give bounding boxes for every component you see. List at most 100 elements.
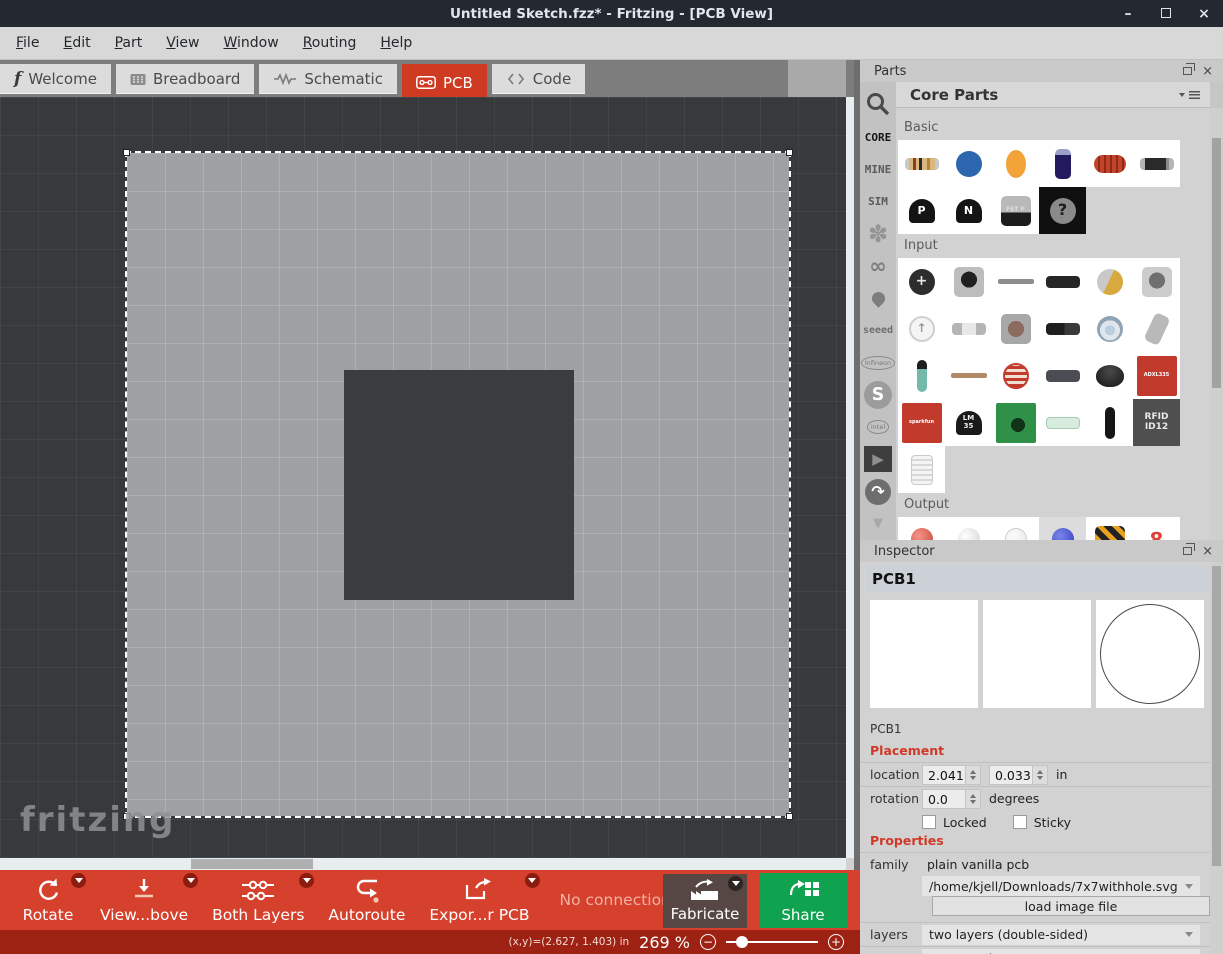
tab-schematic[interactable]: Schematic bbox=[259, 64, 397, 94]
menu-view[interactable]: View bbox=[154, 30, 211, 56]
bin-snootlab[interactable]: S bbox=[860, 379, 896, 411]
part-trim-potentiometer[interactable]: + bbox=[898, 258, 945, 305]
load-image-file-button[interactable]: load image file bbox=[932, 896, 1210, 916]
close-dock-icon[interactable]: × bbox=[1202, 545, 1213, 558]
part-sensor-breakout-board[interactable] bbox=[992, 399, 1039, 446]
part-ir-distance-sensor[interactable] bbox=[1039, 352, 1086, 399]
bin-infineon[interactable]: Infineon bbox=[860, 347, 896, 379]
bin-sparkfun-flame-icon[interactable] bbox=[860, 282, 896, 314]
spinner-arrows-icon[interactable] bbox=[965, 766, 980, 784]
part-mystery-part[interactable]: ? bbox=[1039, 187, 1086, 234]
inspector-scrollbar[interactable] bbox=[1210, 562, 1223, 954]
location-y-value[interactable]: 0.033 bbox=[990, 766, 1032, 784]
part-flex-sensor[interactable] bbox=[945, 352, 992, 399]
part-dht22-humidity-sensor[interactable] bbox=[898, 446, 945, 493]
close-button[interactable]: × bbox=[1185, 6, 1223, 22]
fabricate-dropdown-icon[interactable] bbox=[728, 876, 743, 891]
breadboard-preview[interactable] bbox=[870, 600, 978, 708]
search-icon[interactable] bbox=[860, 86, 896, 121]
tab-pcb[interactable]: PCB bbox=[402, 64, 487, 99]
export-button[interactable]: Expor...r PCB bbox=[417, 870, 541, 930]
part-p-channel-mosfet[interactable]: FET P bbox=[992, 187, 1039, 234]
part-electrolytic-capacitor[interactable] bbox=[1039, 140, 1086, 187]
menu-routing[interactable]: Routing bbox=[291, 30, 369, 56]
pcb-board[interactable] bbox=[127, 153, 789, 816]
part-toggle-switch[interactable] bbox=[1086, 305, 1133, 352]
zoom-slider[interactable] bbox=[726, 941, 818, 943]
close-dock-icon[interactable]: × bbox=[1202, 65, 1213, 78]
part-panel-potentiometer[interactable] bbox=[1086, 258, 1133, 305]
viewfrom-dropdown-icon[interactable] bbox=[183, 873, 198, 888]
part-photoresistor[interactable] bbox=[992, 352, 1039, 399]
resize-handle-top-left[interactable] bbox=[123, 149, 130, 156]
part-clear-led[interactable] bbox=[992, 517, 1039, 540]
bin-picaxe-icon[interactable]: ↷ bbox=[860, 476, 896, 508]
part-slide-potentiometer[interactable] bbox=[992, 258, 1039, 305]
location-x-spinbox[interactable]: 2.041 bbox=[922, 765, 981, 785]
part-rfid-id12-reader[interactable]: RFID ID12 bbox=[1133, 399, 1180, 446]
bin-arduino-infinity-icon[interactable]: ∞ bbox=[860, 250, 896, 282]
rotation-value[interactable]: 0.0 bbox=[923, 790, 965, 808]
part-slide-switch[interactable] bbox=[1039, 305, 1086, 352]
maximize-button[interactable] bbox=[1147, 6, 1185, 22]
viewfrom-button[interactable]: View...bove bbox=[88, 870, 200, 930]
location-y-spinbox[interactable]: 0.033 bbox=[989, 765, 1048, 785]
menu-file[interactable]: File bbox=[4, 30, 51, 56]
part-temperature-probe[interactable] bbox=[898, 352, 945, 399]
part-pnp-transistor[interactable]: P bbox=[898, 187, 945, 234]
zoom-slider-knob[interactable] bbox=[736, 936, 748, 948]
pcb-canvas[interactable]: fritzing bbox=[0, 97, 846, 858]
bin-adafruit-flower-icon[interactable]: ✽ bbox=[860, 218, 896, 250]
part-rotary-hex-switch[interactable]: ↑ bbox=[898, 305, 945, 352]
part-pushbutton[interactable] bbox=[992, 305, 1039, 352]
resize-handle-bottom-right[interactable] bbox=[786, 813, 793, 820]
tab-welcome[interactable]: fWelcome bbox=[0, 64, 111, 94]
shape-file-dropdown[interactable]: /home/kjell/Downloads/7x7withhole.svg bbox=[922, 876, 1200, 896]
export-dropdown-icon[interactable] bbox=[525, 873, 540, 888]
part-ceramic-capacitor[interactable] bbox=[945, 140, 992, 187]
part-npn-transistor[interactable]: N bbox=[945, 187, 992, 234]
schematic-preview[interactable] bbox=[983, 600, 1091, 708]
part-servo-motor[interactable] bbox=[1086, 517, 1133, 540]
share-button[interactable]: Share bbox=[759, 873, 847, 928]
rotation-spinbox[interactable]: 0.0 bbox=[922, 789, 981, 809]
bin-seeed[interactable]: seeed bbox=[860, 314, 896, 346]
menu-part[interactable]: Part bbox=[103, 30, 155, 56]
part-joystick[interactable] bbox=[1086, 399, 1133, 446]
menu-help[interactable]: Help bbox=[368, 30, 424, 56]
part-piezo-vibration-sensor[interactable] bbox=[1086, 352, 1133, 399]
float-dock-icon[interactable] bbox=[1183, 67, 1192, 75]
minimize-button[interactable]: – bbox=[1109, 6, 1147, 22]
bin-sim[interactable]: SIM bbox=[860, 186, 896, 218]
bin-menu-button[interactable] bbox=[1179, 91, 1200, 99]
layers-dropdown[interactable]: two layers (double-sided) bbox=[922, 925, 1200, 945]
spinner-arrows-icon[interactable] bbox=[965, 790, 980, 808]
part-reed-switch[interactable] bbox=[1039, 399, 1086, 446]
part-seven-segment-display[interactable]: 8 bbox=[1133, 517, 1180, 540]
bin-parallax-play-icon[interactable]: ▶ bbox=[860, 443, 896, 475]
parts-scrollbar[interactable] bbox=[1210, 108, 1223, 540]
part-diode[interactable] bbox=[1133, 140, 1180, 187]
bin-scroll-down-icon[interactable]: ▼ bbox=[860, 508, 896, 540]
locked-checkbox[interactable] bbox=[922, 815, 936, 829]
autoroute-button[interactable]: Autoroute bbox=[316, 870, 417, 930]
hscroll-thumb[interactable] bbox=[191, 859, 313, 869]
fabricate-button[interactable]: Fabricate bbox=[663, 874, 747, 928]
rotate-dropdown-icon[interactable] bbox=[71, 873, 86, 888]
part-red-led[interactable] bbox=[898, 517, 945, 540]
part-micro-slide-switch[interactable] bbox=[945, 305, 992, 352]
part-adxl335-accelerometer[interactable]: ADXL335 bbox=[1133, 352, 1180, 399]
float-dock-icon[interactable] bbox=[1183, 547, 1192, 555]
part-tilt-sensor[interactable] bbox=[1133, 305, 1180, 352]
shape-dropdown[interactable]: Custom Shape bbox=[922, 949, 1200, 954]
location-x-value[interactable]: 2.041 bbox=[923, 766, 965, 784]
part-rotary-encoder[interactable] bbox=[1133, 258, 1180, 305]
part-blue-led[interactable] bbox=[1039, 517, 1086, 540]
part-white-led[interactable] bbox=[945, 517, 992, 540]
part-tantalum-capacitor[interactable] bbox=[992, 140, 1039, 187]
zoom-out-button[interactable]: − bbox=[700, 934, 716, 950]
menu-edit[interactable]: Edit bbox=[51, 30, 102, 56]
parts-scrollbar-thumb[interactable] bbox=[1212, 138, 1221, 388]
inspector-scrollbar-thumb[interactable] bbox=[1212, 566, 1221, 866]
part-sparkfun-sensor-board[interactable]: sparkfun bbox=[898, 399, 945, 446]
